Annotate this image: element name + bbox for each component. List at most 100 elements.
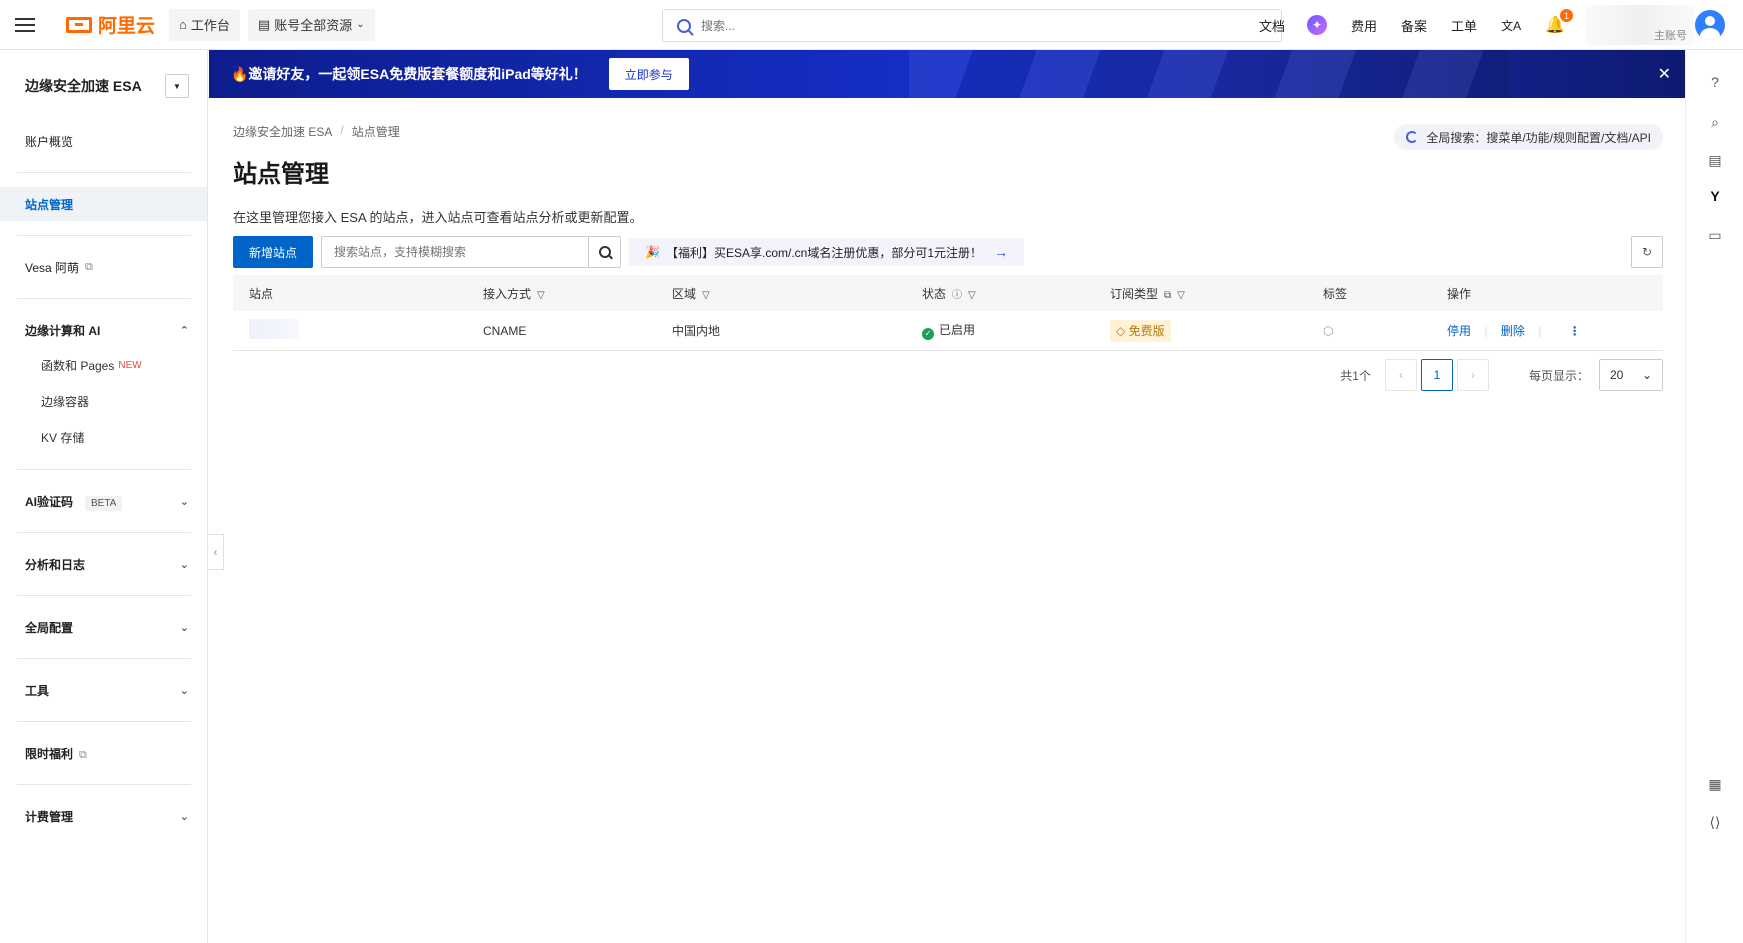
account-type-label: 主账号 xyxy=(1654,30,1687,42)
join-now-button[interactable]: 立即参与 xyxy=(608,58,689,90)
breadcrumb-item-current: 站点管理 xyxy=(351,125,400,139)
product-dropdown-icon[interactable]: ▼ xyxy=(165,74,189,98)
sidebar: 边缘安全加速 ESA ▼ 账户概览 站点管理 Vesa 阿萌 ⧉ 边缘计算和 AI… xyxy=(0,50,208,943)
sidebar-group-edge-compute[interactable]: 边缘计算和 AI ⌃ xyxy=(0,313,207,347)
menu-icon[interactable] xyxy=(0,0,50,50)
next-page-button[interactable]: › xyxy=(1456,359,1489,391)
chevron-down-icon: ⌄ xyxy=(179,558,189,571)
divider xyxy=(17,469,191,470)
divider xyxy=(17,172,191,173)
sidebar-group-analytics[interactable]: 分析和日志 ⌄ xyxy=(0,547,207,581)
list-icon[interactable]: ▤ xyxy=(1705,150,1725,170)
language-icon[interactable]: 文A xyxy=(1501,17,1521,34)
help-icon[interactable]: ? xyxy=(1705,72,1725,92)
code-icon[interactable]: ⟨⟩ xyxy=(1705,812,1725,832)
avatar[interactable] xyxy=(1695,10,1725,40)
search-icon[interactable]: ⌕ xyxy=(1705,112,1725,132)
top-search-input[interactable] xyxy=(701,18,1201,33)
sidebar-group-ai-captcha[interactable]: AI验证码 BETA ⌄ xyxy=(0,484,207,518)
site-search-input[interactable] xyxy=(322,237,589,267)
sidebar-item-vesa[interactable]: Vesa 阿萌 ⧉ xyxy=(0,250,207,284)
filter-icon[interactable]: ▽ xyxy=(537,290,545,301)
docs-link[interactable]: 文档 xyxy=(1259,16,1285,35)
bell-icon[interactable]: 🔔 1 xyxy=(1545,9,1573,35)
header-label: 站点 xyxy=(249,286,274,301)
sidebar-group-label: 全局配置 xyxy=(25,620,74,635)
workbench-button[interactable]: ⌂ 工作台 xyxy=(169,8,240,41)
access-cell: CNAME xyxy=(483,323,527,338)
search-button[interactable] xyxy=(588,237,620,267)
header-label: 区域 xyxy=(672,286,697,301)
sidebar-group-tools[interactable]: 工具 ⌄ xyxy=(0,673,207,707)
sidebar-item-kv-storage[interactable]: KV 存储 xyxy=(0,419,207,455)
ticket-link[interactable]: 工单 xyxy=(1451,16,1477,35)
sidebar-collapse-handle[interactable]: ‹ xyxy=(208,534,224,570)
home-icon: ⌂ xyxy=(179,17,187,32)
page-description: 在这里管理您接入 ESA 的站点，进入站点可查看站点分析或更新配置。 xyxy=(233,210,643,225)
notes-icon[interactable]: ▦ xyxy=(1705,774,1725,794)
product-name: 边缘安全加速 ESA xyxy=(25,78,142,94)
tag-icon[interactable]: ⬡ xyxy=(1323,324,1333,338)
sidebar-group-label: 边缘计算和 AI xyxy=(25,323,101,338)
sidebar-item-label: 函数和 Pages xyxy=(41,358,115,373)
top-bar: 阿里云 ⌂ 工作台 ▤ 账号全部资源 ⌄ 文档 ✦ 费用 备案 工单 文A 🔔1… xyxy=(0,0,1743,50)
divider xyxy=(17,595,191,596)
add-site-button[interactable]: 新增站点 xyxy=(233,236,314,268)
domain-promo-link[interactable]: 🎉 【福利】买ESA享.com/.cn域名注册优惠，部分可1元注册！ → xyxy=(629,238,1025,266)
plan-badge: ◇ 免费版 xyxy=(1110,320,1171,342)
icp-link[interactable]: 备案 xyxy=(1401,16,1427,35)
fork-icon[interactable]: Y xyxy=(1705,186,1725,206)
divider xyxy=(17,658,191,659)
table-header: 站点 接入方式 ▽ 区域 ▽ 状态 ⓘ ▽ 订阅类型 ⧉ ▽ 标签 操作 xyxy=(233,275,1663,311)
per-page-value: 20 xyxy=(1610,368,1624,382)
chevron-down-icon: ⌄ xyxy=(356,19,365,30)
help-icon[interactable]: ⓘ xyxy=(952,290,962,301)
page-number-button[interactable]: 1 xyxy=(1420,359,1453,391)
status-cell: ✓ 已启用 xyxy=(922,321,1110,340)
site-search xyxy=(321,236,622,268)
sidebar-group-billing[interactable]: 计费管理 ⌄ xyxy=(0,799,207,833)
sidebar-item-functions-pages[interactable]: 函数和 Pages NEW xyxy=(0,347,207,383)
close-icon[interactable]: ✕ xyxy=(1658,64,1671,84)
delete-button[interactable]: 删除 xyxy=(1501,324,1525,338)
top-search[interactable] xyxy=(662,9,1282,42)
disable-button[interactable]: 停用 xyxy=(1447,324,1471,338)
col-tags: 标签 xyxy=(1323,285,1447,302)
resources-dropdown[interactable]: ▤ 账号全部资源 ⌄ xyxy=(247,8,375,41)
account-info[interactable]: 主账号 xyxy=(1585,5,1695,45)
chat-icon[interactable]: ▭ xyxy=(1705,225,1725,245)
divider xyxy=(17,235,191,236)
per-page-label: 每页显示： xyxy=(1528,368,1589,383)
external-link-icon[interactable]: ⧉ xyxy=(1164,290,1171,301)
global-search-button[interactable]: 全局搜索：搜菜单/功能/规则配置/文档/API xyxy=(1394,124,1663,150)
region-cell: 中国内地 xyxy=(672,324,721,338)
ai-assistant-icon[interactable]: ✦ xyxy=(1307,15,1328,35)
site-name[interactable] xyxy=(249,319,299,339)
prev-page-button[interactable]: ‹ xyxy=(1384,359,1417,391)
new-badge: NEW xyxy=(118,359,142,371)
billing-link[interactable]: 费用 xyxy=(1351,16,1377,35)
notification-badge: 1 xyxy=(1560,9,1573,22)
more-actions-icon[interactable]: ⋮ xyxy=(1569,324,1581,338)
aliyun-logo[interactable]: 阿里云 xyxy=(66,11,155,38)
breadcrumb-item-product[interactable]: 边缘安全加速 ESA xyxy=(233,123,332,140)
chevron-down-icon: ⌄ xyxy=(179,621,189,634)
header-label: 操作 xyxy=(1447,286,1472,301)
filter-icon[interactable]: ▽ xyxy=(1177,290,1185,301)
per-page-select[interactable]: 20 ⌄ xyxy=(1599,359,1663,391)
col-plan: 订阅类型 ⧉ ▽ xyxy=(1110,285,1323,302)
sidebar-item-label: 边缘容器 xyxy=(41,394,90,409)
sidebar-item-edge-container[interactable]: 边缘容器 xyxy=(0,383,207,419)
sidebar-item-benefits[interactable]: 限时福利 ⧉ xyxy=(0,736,207,770)
filter-icon[interactable]: ▽ xyxy=(968,290,976,301)
divider xyxy=(17,784,191,785)
refresh-button[interactable]: ↻ xyxy=(1631,236,1663,268)
sidebar-item-overview[interactable]: 账户概览 xyxy=(0,124,207,158)
sidebar-group-global-config[interactable]: 全局配置 ⌄ xyxy=(0,610,207,644)
breadcrumb-separator: / xyxy=(340,123,344,137)
filter-icon[interactable]: ▽ xyxy=(702,290,710,301)
toolbar: 新增站点 🎉 【福利】买ESA享.com/.cn域名注册优惠，部分可1元注册！ … xyxy=(233,236,1663,268)
site-name-cell[interactable] xyxy=(233,319,483,342)
check-circle-icon: ✓ xyxy=(922,327,934,340)
sidebar-item-site-management[interactable]: 站点管理 xyxy=(0,187,207,221)
